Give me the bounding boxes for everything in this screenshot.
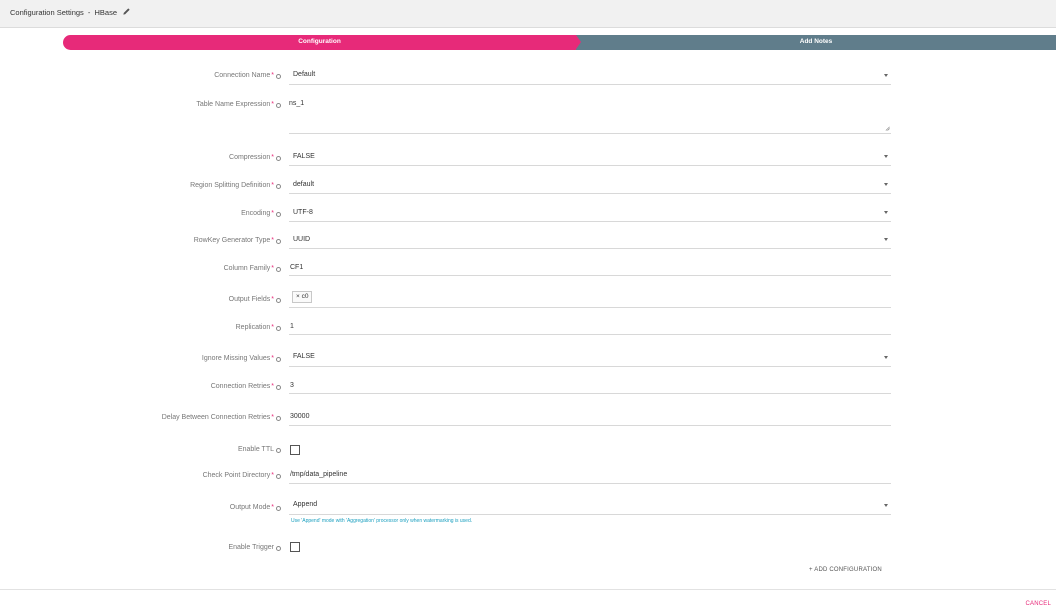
info-icon[interactable]: [276, 474, 281, 479]
textarea-value: ns_1: [289, 100, 305, 107]
chevron-down-icon: [884, 183, 888, 186]
chevron-down-icon: [884, 356, 888, 359]
step-tabs: Add Notes Configuration: [63, 35, 1056, 50]
input-value: 30000: [290, 413, 310, 420]
pencil-icon[interactable]: [122, 7, 131, 16]
select-value: Append: [293, 501, 318, 508]
connection-retries-input[interactable]: 3: [289, 377, 891, 394]
field-label: Delay Between Connection Retries*: [161, 414, 274, 421]
field-label: Connection Name*: [214, 72, 274, 79]
field-label: Output Mode*: [229, 504, 274, 511]
chevron-down-icon: [884, 504, 888, 507]
cancel-button[interactable]: CANCEL: [1025, 601, 1051, 607]
field-label: Enable TTL: [237, 446, 274, 453]
field-label: Output Fields*: [228, 296, 274, 303]
info-icon[interactable]: [276, 74, 281, 79]
info-icon[interactable]: [276, 212, 281, 217]
select-value: Default: [293, 71, 316, 78]
select-value: FALSE: [293, 353, 315, 360]
field-label: Ignore Missing Values*: [201, 355, 274, 362]
field-label: Connection Retries*: [210, 383, 274, 390]
resize-handle-icon[interactable]: [885, 126, 890, 131]
delay-between-retries-input[interactable]: 30000: [289, 408, 891, 426]
replication-input[interactable]: 1: [289, 318, 891, 335]
component-name: HBase: [94, 8, 117, 17]
tab-add-notes-label: Add Notes: [799, 38, 833, 45]
chevron-down-icon: [884, 211, 888, 214]
column-family-input[interactable]: CF1: [289, 259, 891, 276]
page-title-text: Configuration Settings: [10, 8, 84, 17]
footer-bar: CANCEL: [0, 589, 1056, 610]
select-value: UTF-8: [293, 209, 313, 216]
info-icon[interactable]: [276, 298, 281, 303]
field-label: RowKey Generator Type*: [193, 237, 274, 244]
info-icon[interactable]: [276, 239, 281, 244]
enable-ttl-checkbox[interactable]: [290, 445, 300, 455]
field-label: Table Name Expression*: [196, 101, 274, 108]
tab-arrow: [576, 35, 581, 49]
input-value: CF1: [290, 264, 304, 271]
table-name-expression-textarea[interactable]: ns_1: [289, 96, 891, 134]
check-point-directory-input[interactable]: /tmp/data_pipeline: [289, 466, 891, 484]
output-fields-multiselect[interactable]: × c0: [289, 288, 891, 308]
field-label: Region Splitting Definition*: [190, 182, 274, 189]
chevron-down-icon: [884, 238, 888, 241]
info-icon[interactable]: [276, 385, 281, 390]
info-icon[interactable]: [276, 357, 281, 362]
encoding-select[interactable]: UTF-8: [289, 204, 891, 222]
info-icon[interactable]: [276, 326, 281, 331]
info-icon[interactable]: [276, 506, 281, 511]
region-splitting-select[interactable]: default: [289, 176, 891, 194]
field-label: Column Family*: [223, 265, 274, 272]
ignore-missing-values-select[interactable]: FALSE: [289, 348, 891, 367]
connection-name-select[interactable]: Default: [289, 66, 891, 85]
info-icon[interactable]: [276, 267, 281, 272]
tab-configuration[interactable]: Configuration: [63, 35, 576, 50]
field-label: Replication*: [235, 324, 274, 331]
field-hint: Use 'Append' mode with 'Aggregation' pro…: [291, 518, 473, 524]
input-value: 1: [290, 323, 294, 330]
field-label: Check Point Directory*: [202, 472, 274, 479]
output-mode-select[interactable]: Append: [289, 496, 891, 515]
title-separator: -: [87, 8, 91, 17]
tab-add-notes[interactable]: Add Notes: [576, 35, 1056, 50]
info-icon[interactable]: [276, 546, 281, 551]
chevron-down-icon: [884, 74, 888, 77]
info-icon[interactable]: [276, 184, 281, 189]
rowkey-generator-select[interactable]: UUID: [289, 231, 891, 249]
info-icon[interactable]: [276, 416, 281, 421]
enable-trigger-checkbox[interactable]: [290, 542, 300, 552]
select-value: FALSE: [293, 153, 315, 160]
select-value: UUID: [293, 236, 311, 243]
compression-select[interactable]: FALSE: [289, 148, 891, 166]
page-title: Configuration Settings - HBase: [10, 8, 117, 17]
add-configuration-button[interactable]: + ADD CONFIGURATION: [809, 567, 882, 573]
info-icon[interactable]: [276, 156, 281, 161]
tag-chip[interactable]: × c0: [292, 291, 313, 303]
tab-configuration-label: Configuration: [298, 38, 341, 45]
select-value: default: [293, 181, 315, 188]
field-label: Encoding*: [241, 210, 274, 217]
input-value: 3: [290, 382, 294, 389]
field-label: Compression*: [229, 154, 274, 161]
info-icon[interactable]: [276, 448, 281, 453]
input-value: /tmp/data_pipeline: [290, 471, 348, 478]
chevron-down-icon: [884, 155, 888, 158]
top-bar: Configuration Settings - HBase: [0, 0, 1056, 28]
field-label: Enable Trigger: [228, 544, 274, 551]
info-icon[interactable]: [276, 103, 281, 108]
